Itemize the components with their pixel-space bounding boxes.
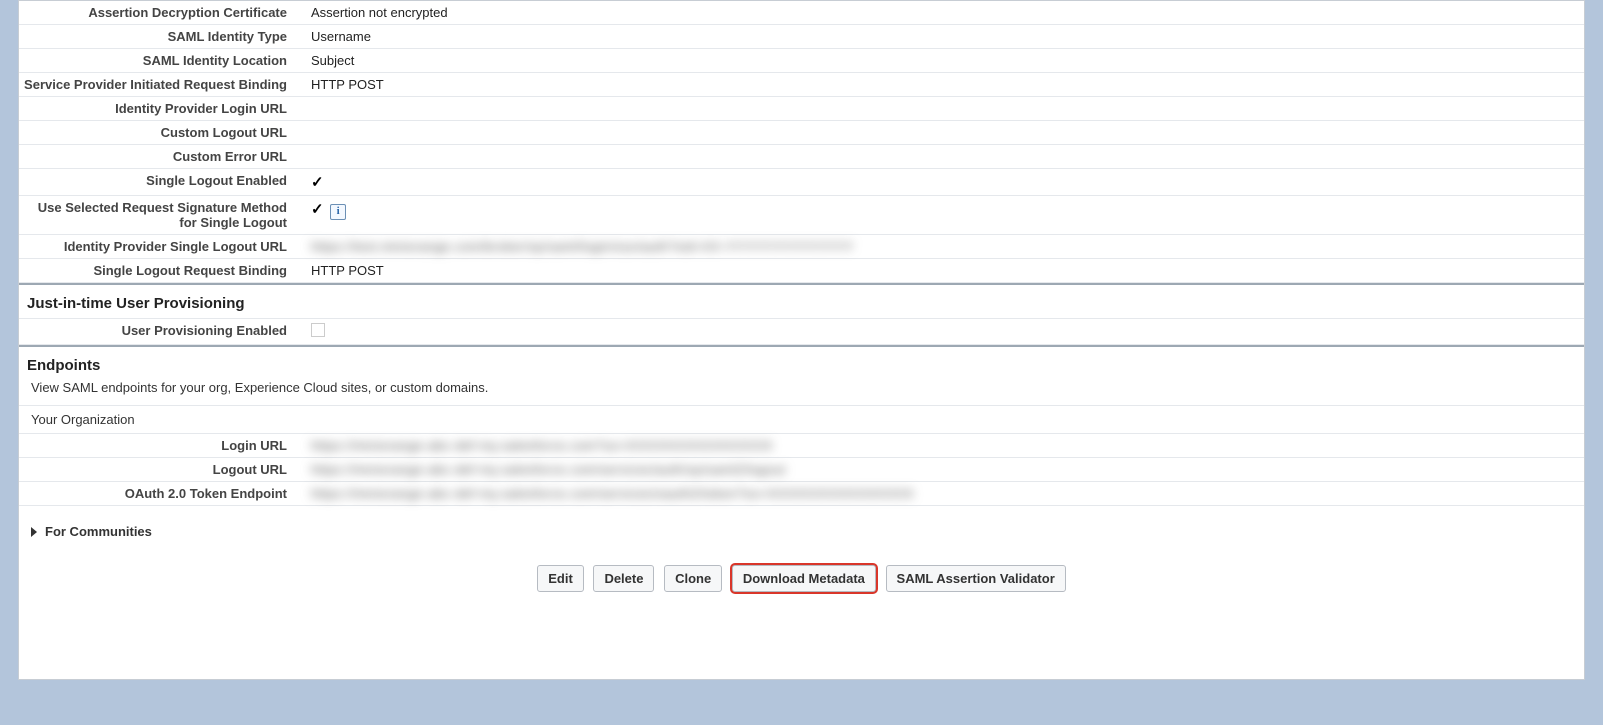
redacted-url: https://miniorange-abc-def-my.salesforce… — [311, 486, 914, 501]
label-custom-error-url: Custom Error URL — [19, 145, 299, 168]
field-row-assertion-decryption-cert: Assertion Decryption Certificate Asserti… — [19, 1, 1584, 25]
field-row-logout-url: Logout URL https://miniorange-abc-def-my… — [19, 458, 1584, 482]
section-title-endpoints: Endpoints — [19, 347, 1584, 380]
label-logout-url: Logout URL — [19, 458, 299, 481]
field-row-login-url: Login URL https://miniorange-abc-def-my.… — [19, 434, 1584, 458]
field-row-sp-init-req-binding: Service Provider Initiated Request Bindi… — [19, 73, 1584, 97]
field-row-saml-identity-location: SAML Identity Location Subject — [19, 49, 1584, 73]
settings-panel: Assertion Decryption Certificate Asserti… — [18, 0, 1585, 680]
value-user-provisioning-enabled — [299, 319, 1584, 344]
value-use-sel-req-sig-method-slo: ✓ i — [299, 196, 1584, 234]
label-sp-init-req-binding: Service Provider Initiated Request Bindi… — [19, 73, 299, 96]
label-custom-logout-url: Custom Logout URL — [19, 121, 299, 144]
check-icon: ✓ — [311, 174, 324, 191]
value-saml-identity-type: Username — [299, 25, 1584, 48]
unchecked-checkbox-icon — [311, 323, 325, 337]
label-oauth-token-endpoint: OAuth 2.0 Token Endpoint — [19, 482, 299, 505]
field-row-user-provisioning-enabled: User Provisioning Enabled — [19, 318, 1584, 345]
label-use-sel-req-sig-method-slo: Use Selected Request Signature Method fo… — [19, 196, 299, 234]
field-row-idp-login-url: Identity Provider Login URL — [19, 97, 1584, 121]
label-idp-slo-url: Identity Provider Single Logout URL — [19, 235, 299, 258]
label-idp-login-url: Identity Provider Login URL — [19, 97, 299, 120]
saml-assertion-validator-button[interactable]: SAML Assertion Validator — [886, 565, 1066, 592]
field-row-custom-logout-url: Custom Logout URL — [19, 121, 1584, 145]
label-login-url: Login URL — [19, 434, 299, 457]
endpoints-org-header: Your Organization — [19, 405, 1584, 434]
value-login-url: https://miniorange-abc-def-my.salesforce… — [299, 434, 1584, 457]
delete-button[interactable]: Delete — [593, 565, 654, 592]
clone-button[interactable]: Clone — [664, 565, 722, 592]
field-row-custom-error-url: Custom Error URL — [19, 145, 1584, 169]
value-saml-identity-location: Subject — [299, 49, 1584, 72]
value-custom-logout-url — [299, 121, 1584, 144]
redacted-url: https://miniorange-abc-def-my.salesforce… — [311, 438, 773, 453]
field-row-slo-request-binding: Single Logout Request Binding HTTP POST — [19, 259, 1584, 283]
label-slo-request-binding: Single Logout Request Binding — [19, 259, 299, 282]
label-single-logout-enabled: Single Logout Enabled — [19, 169, 299, 195]
info-icon[interactable]: i — [330, 204, 346, 220]
value-slo-request-binding: HTTP POST — [299, 259, 1584, 282]
triangle-right-icon — [31, 527, 37, 537]
check-icon: ✓ — [311, 201, 324, 218]
field-row-oauth-token-endpoint: OAuth 2.0 Token Endpoint https://miniora… — [19, 482, 1584, 506]
field-row-idp-slo-url: Identity Provider Single Logout URL http… — [19, 235, 1584, 259]
field-row-use-sel-req-sig-method-slo: Use Selected Request Signature Method fo… — [19, 196, 1584, 235]
value-sp-init-req-binding: HTTP POST — [299, 73, 1584, 96]
redacted-url: https://test.miniorange.com/broker/sp/sa… — [311, 239, 854, 254]
redacted-url: https://miniorange-abc-def-my.salesforce… — [311, 462, 786, 477]
label-saml-identity-location: SAML Identity Location — [19, 49, 299, 72]
value-idp-login-url — [299, 97, 1584, 120]
label-assertion-decryption-cert: Assertion Decryption Certificate — [19, 1, 299, 24]
value-logout-url: https://miniorange-abc-def-my.salesforce… — [299, 458, 1584, 481]
value-oauth-token-endpoint: https://miniorange-abc-def-my.salesforce… — [299, 482, 1584, 505]
label-user-provisioning-enabled: User Provisioning Enabled — [19, 319, 299, 344]
for-communities-label: For Communities — [45, 524, 152, 539]
field-row-single-logout-enabled: Single Logout Enabled ✓ — [19, 169, 1584, 196]
label-saml-identity-type: SAML Identity Type — [19, 25, 299, 48]
field-row-saml-identity-type: SAML Identity Type Username — [19, 25, 1584, 49]
edit-button[interactable]: Edit — [537, 565, 584, 592]
value-assertion-decryption-cert: Assertion not encrypted — [299, 1, 1584, 24]
value-custom-error-url — [299, 145, 1584, 168]
section-title-jit: Just-in-time User Provisioning — [19, 285, 1584, 318]
button-bar: Edit Delete Clone Download Metadata SAML… — [19, 553, 1584, 620]
value-idp-slo-url: https://test.miniorange.com/broker/sp/sa… — [299, 235, 1584, 258]
for-communities-toggle[interactable]: For Communities — [19, 506, 1584, 553]
download-metadata-button[interactable]: Download Metadata — [732, 565, 876, 592]
section-subtitle-endpoints: View SAML endpoints for your org, Experi… — [19, 380, 1584, 405]
value-single-logout-enabled: ✓ — [299, 169, 1584, 195]
